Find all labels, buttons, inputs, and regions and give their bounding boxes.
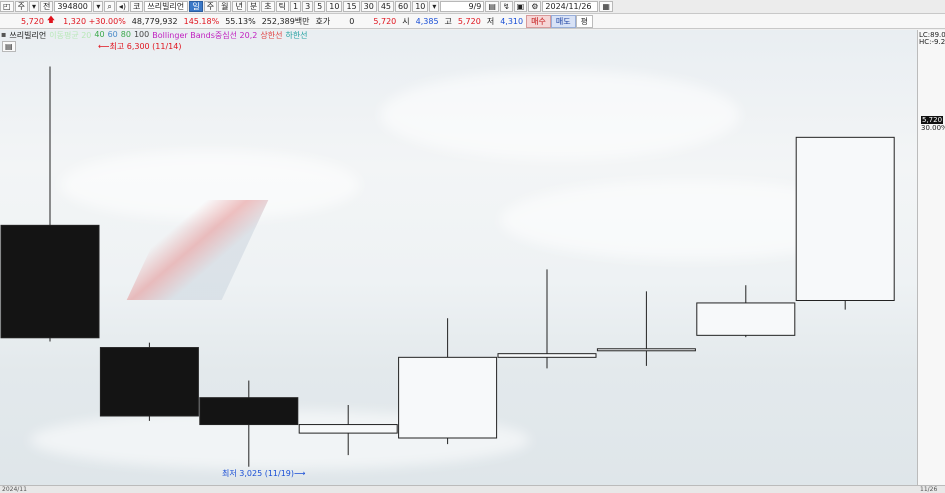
price-change: 1,320 +30.00% xyxy=(63,16,126,26)
print-icon[interactable]: ▤ xyxy=(485,1,499,12)
buy-button[interactable]: 매수 xyxy=(526,14,551,28)
page-count: 9/9 xyxy=(440,1,485,12)
price-chart[interactable]: ▪ 쓰리빌리언 이동평균 20 40 60 80 100 Bollinger B… xyxy=(0,30,917,485)
candle-body-up xyxy=(696,302,796,336)
candle[interactable] xyxy=(596,291,696,366)
code-icon[interactable]: 코 xyxy=(129,1,144,12)
candle[interactable] xyxy=(298,405,398,456)
high-price: 5,720 xyxy=(457,16,481,26)
type-button[interactable]: 전 xyxy=(39,1,54,12)
stock-name-field: 쓰리빌리언 xyxy=(144,1,189,12)
candle[interactable] xyxy=(497,269,597,369)
interval-15[interactable]: 15 xyxy=(343,1,360,12)
date-input[interactable]: 2024/11/26 xyxy=(542,1,599,12)
settings-icon[interactable]: ⚙ xyxy=(528,1,542,12)
high-label: 고 xyxy=(444,16,452,26)
candle-body-up xyxy=(497,353,597,358)
candlestick-series xyxy=(0,66,895,467)
candle[interactable] xyxy=(99,342,199,421)
eq-button[interactable]: 평 xyxy=(575,14,593,28)
stock-code-dropdown-icon[interactable]: ▾ xyxy=(93,1,104,12)
search-icon[interactable]: ⌕ xyxy=(104,1,115,12)
tab-second[interactable]: 초 xyxy=(261,1,275,12)
turnover: 55.13% xyxy=(225,16,256,26)
quote-label: 호가 xyxy=(315,16,331,26)
candle-body-up xyxy=(596,348,696,352)
tab-day[interactable]: 일 xyxy=(189,1,203,12)
interval-30[interactable]: 30 xyxy=(360,1,377,12)
candle-body-up xyxy=(398,356,498,439)
hc-label: HC:-9.2 xyxy=(919,38,945,46)
save-icon[interactable]: ▣ xyxy=(513,1,528,12)
up-arrow-icon: 🡅 xyxy=(46,15,56,24)
interval-dropdown-icon[interactable]: ▾ xyxy=(429,1,440,12)
calendar-icon[interactable]: ▦ xyxy=(599,1,613,12)
interval-custom[interactable]: 10 xyxy=(412,1,429,12)
candle-body-up xyxy=(298,424,398,434)
current-price-tag: 5,720 xyxy=(921,116,944,124)
candle-body-down xyxy=(0,224,100,339)
window-icon[interactable]: ◰ xyxy=(0,1,14,12)
stock-code-input[interactable]: 394800 xyxy=(54,1,93,12)
volume-ratio: 145.18% xyxy=(183,16,220,26)
period-button[interactable]: 주 xyxy=(14,1,28,12)
candle[interactable] xyxy=(199,380,299,467)
chart-link-icon[interactable]: ↯ xyxy=(499,1,513,12)
candle[interactable] xyxy=(795,136,895,310)
period-dropdown-icon[interactable]: ▾ xyxy=(28,1,39,12)
ask-price: 5,720 xyxy=(373,16,397,26)
open-price: 4,385 xyxy=(415,16,439,26)
interval-60[interactable]: 60 xyxy=(395,1,412,12)
interval-45[interactable]: 45 xyxy=(377,1,394,12)
interval-3[interactable]: 3 xyxy=(302,1,314,12)
current-price: 5,720 xyxy=(21,16,44,26)
tab-minute[interactable]: 분 xyxy=(246,1,261,12)
candle[interactable] xyxy=(0,66,100,342)
candle[interactable] xyxy=(696,285,796,338)
open-label: 시 xyxy=(402,16,410,26)
speaker-icon[interactable]: ◂) xyxy=(115,1,129,12)
candle[interactable] xyxy=(398,318,498,445)
quote-value: 0 xyxy=(349,16,355,26)
toolbar: ◰ 주 ▾ 전 394800 ▾ ⌕ ◂) 코 쓰리빌리언 일 주 월 년 분 … xyxy=(0,0,945,14)
price-axis: LC:89.0 HC:-9.2 5,720 30.00% xyxy=(917,30,945,485)
quote-bar: 5,720 🡅 1,320 +30.00% 48,779,932 145.18%… xyxy=(0,14,945,29)
volume: 48,779,932 xyxy=(131,16,178,26)
tab-month[interactable]: 월 xyxy=(218,1,232,12)
sell-button[interactable]: 매도 xyxy=(550,14,576,28)
interval-1[interactable]: 1 xyxy=(289,1,302,12)
change-pct-tag: 30.00% xyxy=(921,124,945,132)
interval-5[interactable]: 5 xyxy=(314,1,326,12)
low-label: 저 xyxy=(486,16,495,26)
tab-tick[interactable]: 틱 xyxy=(275,1,289,12)
tab-week[interactable]: 주 xyxy=(203,1,218,12)
candle-body-down xyxy=(199,397,299,426)
tab-year[interactable]: 년 xyxy=(232,1,246,12)
low-price: 4,310 xyxy=(500,16,524,26)
candle-body-up xyxy=(795,136,895,302)
interval-10[interactable]: 10 xyxy=(326,1,343,12)
candle-body-down xyxy=(99,347,199,417)
trade-amount: 252,389백만 xyxy=(261,16,310,26)
